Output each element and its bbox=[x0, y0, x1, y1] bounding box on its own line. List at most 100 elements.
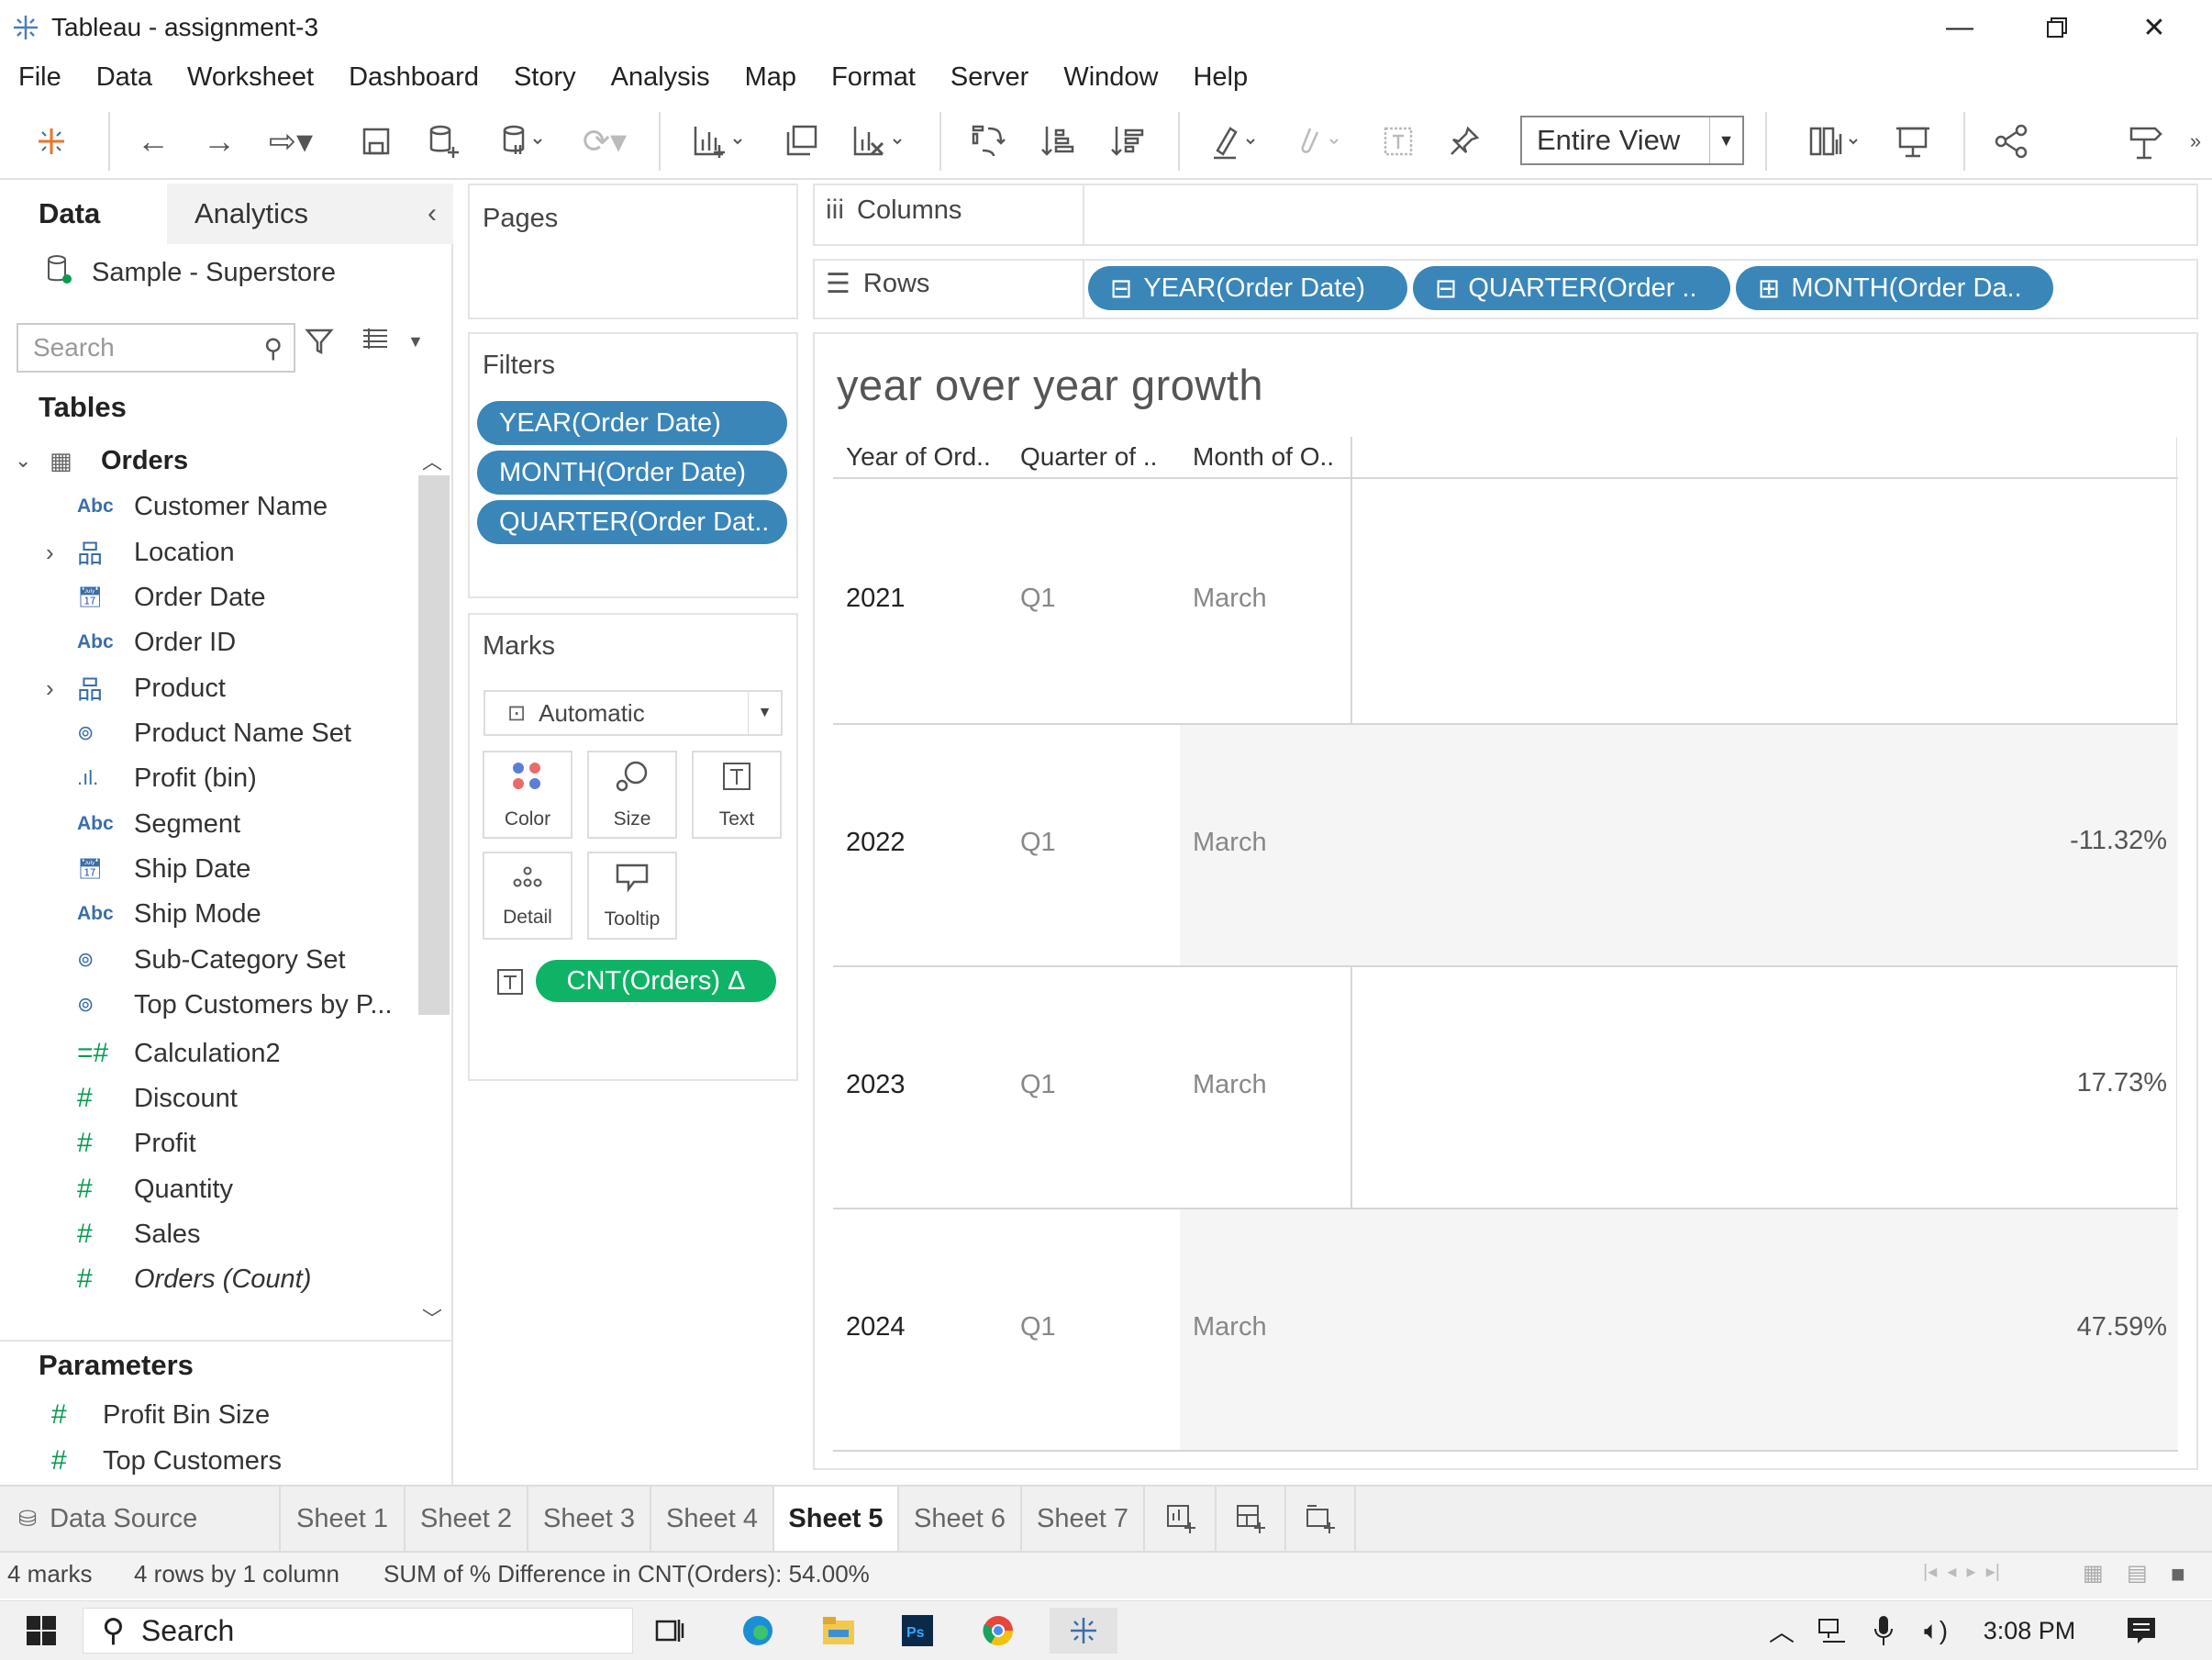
field-profit-bin[interactable]: .ıl. Profit (bin) bbox=[77, 758, 257, 798]
header-quarter[interactable]: Quarter of .. bbox=[1020, 442, 1157, 472]
search-field[interactable]: Search ⚲ bbox=[17, 323, 295, 373]
menu-file[interactable]: File bbox=[18, 62, 61, 93]
pause-updates-icon[interactable] bbox=[492, 114, 556, 169]
windows-start-icon[interactable] bbox=[18, 1608, 64, 1654]
replay-icon[interactable]: ⇨▾ bbox=[261, 114, 321, 169]
minimize-icon[interactable]: — bbox=[1912, 0, 2007, 55]
row-pill-year[interactable]: ⊟ YEAR(Order Date) bbox=[1088, 266, 1407, 310]
new-worksheet-icon[interactable] bbox=[683, 114, 756, 169]
edge-browser-icon[interactable] bbox=[730, 1608, 785, 1654]
duplicate-sheet-icon[interactable] bbox=[776, 114, 826, 169]
menu-story[interactable]: Story bbox=[514, 62, 576, 93]
row-month[interactable]: March bbox=[1193, 1070, 1267, 1100]
menu-help[interactable]: Help bbox=[1193, 62, 1248, 93]
row-quarter[interactable]: Q1 bbox=[1020, 828, 1056, 858]
chevron-down-icon[interactable]: ﹀ bbox=[422, 1303, 442, 1332]
chevron-right-icon[interactable]: › bbox=[46, 539, 54, 567]
tab-data-source[interactable]: ⛁ Data Source bbox=[0, 1487, 281, 1551]
filmstrip-view-icon[interactable]: ▤ bbox=[2127, 1560, 2148, 1587]
microphone-icon[interactable] bbox=[1862, 1608, 1905, 1654]
field-order-date[interactable]: 📅︎ Order Date bbox=[77, 577, 265, 618]
share-icon[interactable] bbox=[1987, 114, 2037, 169]
size-button[interactable]: Size bbox=[587, 751, 677, 839]
filter-pill-year[interactable]: YEAR(Order Date) bbox=[477, 401, 787, 445]
row-value[interactable]: -11.32% bbox=[1927, 826, 2167, 856]
row-quarter[interactable]: Q1 bbox=[1020, 584, 1056, 614]
field-calculation2[interactable]: =# Calculation2 bbox=[77, 1033, 281, 1074]
new-worksheet-tab-icon[interactable] bbox=[1147, 1487, 1217, 1551]
tab-sheet-5[interactable]: Sheet 5 bbox=[774, 1487, 899, 1551]
clear-sheet-icon[interactable] bbox=[842, 114, 916, 169]
chrome-icon[interactable] bbox=[971, 1608, 1026, 1654]
tab-sheet-6[interactable]: Sheet 6 bbox=[899, 1487, 1022, 1551]
filter-pill-quarter[interactable]: QUARTER(Order Dat.. bbox=[477, 500, 787, 544]
restore-icon[interactable] bbox=[2009, 0, 2105, 55]
new-dashboard-tab-icon[interactable] bbox=[1217, 1487, 1286, 1551]
refresh-icon[interactable]: ⟳▾ bbox=[572, 114, 637, 169]
chevron-down-icon[interactable]: ▼ bbox=[407, 332, 424, 351]
row-year[interactable]: 2021 bbox=[846, 584, 906, 614]
field-order-id[interactable]: Abc Order ID bbox=[77, 622, 236, 663]
photoshop-icon[interactable]: Ps bbox=[890, 1608, 945, 1654]
field-product[interactable]: › 品 Product bbox=[46, 668, 226, 708]
page-nav-icon[interactable]: |◂ ◂ ▸ ▸| bbox=[1923, 1560, 2000, 1583]
network-icon[interactable] bbox=[1809, 1608, 1855, 1654]
row-pill-quarter[interactable]: ⊟ QUARTER(Order .. bbox=[1413, 266, 1730, 310]
data-source-item[interactable]: Sample - Superstore bbox=[46, 250, 336, 295]
field-product-name-set[interactable]: ⊚ Product Name Set bbox=[77, 713, 351, 753]
parameter-profit-bin-size[interactable]: # Profit Bin Size bbox=[51, 1395, 270, 1435]
field-ship-date[interactable]: 📅︎ Ship Date bbox=[77, 849, 250, 889]
row-year[interactable]: 2023 bbox=[846, 1070, 906, 1100]
row-month[interactable]: March bbox=[1193, 1312, 1267, 1342]
chevron-up-icon[interactable]: ︿ bbox=[1762, 1608, 1802, 1654]
chevron-right-icon[interactable]: › bbox=[46, 674, 54, 703]
show-cards-icon[interactable] bbox=[1798, 114, 1872, 169]
tab-sheet-3[interactable]: Sheet 3 bbox=[528, 1487, 651, 1551]
color-button[interactable]: Color bbox=[483, 751, 572, 839]
task-view-icon[interactable] bbox=[642, 1608, 697, 1654]
row-month[interactable]: March bbox=[1193, 828, 1267, 858]
volume-icon[interactable]: 🔈︎) bbox=[1912, 1608, 1960, 1654]
undo-icon[interactable]: ← bbox=[128, 114, 178, 169]
row-month[interactable]: March bbox=[1193, 584, 1267, 614]
sort-ascending-icon[interactable] bbox=[1033, 114, 1083, 169]
menu-window[interactable]: Window bbox=[1063, 62, 1158, 93]
more-tools-icon[interactable]: » bbox=[2184, 114, 2207, 169]
table-orders[interactable]: ⌄ ▦ Orders bbox=[15, 440, 188, 481]
view-data-icon[interactable] bbox=[361, 327, 389, 357]
tab-data[interactable]: Data bbox=[0, 184, 167, 244]
header-year[interactable]: Year of Ord.. bbox=[846, 442, 991, 472]
filter-icon[interactable] bbox=[305, 327, 334, 363]
menu-worksheet[interactable]: Worksheet bbox=[187, 62, 314, 93]
tabs-view-icon[interactable]: ■ bbox=[2171, 1560, 2185, 1588]
fit-view-select[interactable]: Entire View ▼ bbox=[1520, 116, 1744, 165]
menu-map[interactable]: Map bbox=[745, 62, 796, 93]
file-explorer-icon[interactable] bbox=[811, 1608, 866, 1654]
row-pill-month[interactable]: ⊞ MONTH(Order Da.. bbox=[1736, 266, 2053, 310]
collapse-pane-icon[interactable]: ‹ bbox=[428, 198, 437, 229]
field-location[interactable]: › 品 Location bbox=[46, 532, 235, 573]
row-quarter[interactable]: Q1 bbox=[1020, 1070, 1056, 1100]
menu-analysis[interactable]: Analysis bbox=[611, 62, 710, 93]
menu-server[interactable]: Server bbox=[950, 62, 1028, 93]
mark-type-select[interactable]: ⊡ Automatic ▼ bbox=[484, 690, 783, 736]
show-mark-labels-icon[interactable] bbox=[1374, 114, 1422, 169]
filter-pill-month[interactable]: MONTH(Order Date) bbox=[477, 451, 787, 495]
fix-axes-icon[interactable] bbox=[1440, 114, 1488, 169]
field-top-customers[interactable]: ⊚ Top Customers by P... bbox=[77, 985, 393, 1025]
columns-shelf[interactable] bbox=[813, 184, 2198, 246]
close-icon[interactable]: ✕ bbox=[2106, 0, 2202, 55]
menu-dashboard[interactable]: Dashboard bbox=[349, 62, 479, 93]
tab-sheet-4[interactable]: Sheet 4 bbox=[651, 1487, 774, 1551]
cnt-orders-pill[interactable]: CNT(Orders) Δ bbox=[536, 960, 776, 1002]
field-segment[interactable]: Abc Segment bbox=[77, 804, 240, 844]
row-year[interactable]: 2024 bbox=[846, 1312, 906, 1342]
field-sub-category-set[interactable]: ⊚ Sub-Category Set bbox=[77, 940, 346, 980]
redo-icon[interactable]: → bbox=[195, 114, 244, 169]
text-button[interactable]: Text bbox=[692, 751, 782, 839]
new-story-tab-icon[interactable] bbox=[1286, 1487, 1356, 1551]
tableau-home-icon[interactable] bbox=[28, 114, 75, 169]
menu-data[interactable]: Data bbox=[96, 62, 152, 93]
field-customer-name[interactable]: Abc Customer Name bbox=[77, 486, 328, 527]
tab-sheet-2[interactable]: Sheet 2 bbox=[406, 1487, 528, 1551]
